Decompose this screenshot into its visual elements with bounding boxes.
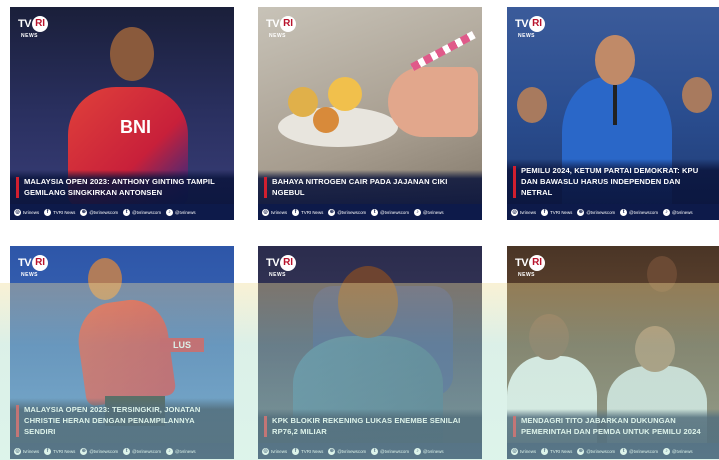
twitter-icon: t [123,447,131,455]
shirt-text: BNI [120,117,151,137]
tvri-logo: TV RI NEWS [515,16,547,40]
globe-icon: ⊕ [328,208,336,216]
post-card[interactable]: TV RI NEWS KPK BLOKIR REKENING LUKAS ENEM… [258,246,482,459]
post-card[interactable]: BNI TV RI NEWS MALAYSIA OPEN 2023: ANTHON… [10,7,234,220]
globe-icon: ⊕ [328,447,336,455]
audience-head [517,87,547,123]
tiktok-icon: ♪ [166,208,174,216]
caption-accent-bar [264,416,267,437]
facebook-icon: f [44,447,52,455]
post-card[interactable]: TV RI NEWS PEMILU 2024, KETUM PARTAI DEMO… [507,7,719,220]
official-head [647,256,677,292]
twitter-icon: t [123,208,131,216]
post-title: PEMILU 2024, KETUM PARTAI DEMOKRAT: KPU … [521,166,699,197]
social-footer: ◎ tvrinews f TVRI News ⊕ @tvrinewscom t @tvr… [507,204,719,220]
post-title: MENDAGRI TITO JABARKAN DUKUNGAN PEMERINT… [521,416,701,436]
tiktok-icon: ♪ [663,447,671,455]
instagram-icon: ◎ [511,447,518,455]
facebook-icon: f [292,447,300,455]
caption-accent-bar [16,405,19,437]
facebook-icon: f [44,208,52,216]
hand [388,67,478,137]
caption-accent-bar [513,416,516,437]
post-title: MALAYSIA OPEN 2023: ANTHONY GINTING TAMP… [24,177,215,197]
audience-head [682,77,712,113]
post-card[interactable]: TV RI NEWS BAHAYA NITROGEN CAIR PADA JAJA… [258,7,482,220]
post-card[interactable]: LUS TV RI NEWS MALAYSIA OPEN 2023: TERSIN… [10,246,234,459]
globe-icon: ⊕ [577,447,585,455]
facebook-icon: f [541,208,549,216]
tiktok-icon: ♪ [663,208,671,216]
post-grid: BNI TV RI NEWS MALAYSIA OPEN 2023: ANTHON… [0,0,719,460]
snack-ball [313,107,339,133]
post-caption: MALAYSIA OPEN 2023: ANTHONY GINTING TAMP… [10,170,234,204]
tiktok-icon: ♪ [166,447,174,455]
post-caption: KPK BLOKIR REKENING LUKAS ENEMBE SENILAI… [258,409,482,443]
twitter-icon: t [371,208,379,216]
post-title: KPK BLOKIR REKENING LUKAS ENEMBE SENILAI… [272,416,461,436]
post-title: MALAYSIA OPEN 2023: TERSINGKIR, JONATAN … [24,405,201,436]
facebook-icon: f [292,208,300,216]
instagram-icon: ◎ [14,208,21,216]
tvri-logo: TV RI NEWS [266,255,298,279]
social-footer: ◎ tvrinews f TVRI News ⊕ @tvrinewscom t @tvr… [258,204,482,220]
instagram-icon: ◎ [262,447,269,455]
globe-icon: ⊕ [80,447,88,455]
official-head [635,326,675,372]
post-card[interactable]: TV RI NEWS MENDAGRI TITO JABARKAN DUKUNGA… [507,246,719,459]
caption-accent-bar [16,177,19,198]
snack-ball [288,87,318,117]
caption-accent-bar [513,166,516,198]
speaker-head [595,35,635,85]
post-caption: BAHAYA NITROGEN CAIR PADA JAJANAN CIKI N… [258,170,482,204]
athlete-head [110,27,154,81]
tvri-logo: TV RI NEWS [515,255,547,279]
straw [410,31,476,71]
social-footer: ◎ tvrinews f TVRI News ⊕ @tvrinewscom t @tvr… [258,443,482,459]
snack-ball [328,77,362,111]
globe-icon: ⊕ [577,208,585,216]
tiktok-icon: ♪ [414,447,422,455]
tvri-logo: TV RI NEWS [18,16,50,40]
caption-accent-bar [264,177,267,198]
twitter-icon: t [371,447,379,455]
athlete-head [88,258,122,300]
facebook-icon: f [541,447,549,455]
twitter-icon: t [620,447,628,455]
microphone [613,85,617,125]
person-head [338,266,398,338]
globe-icon: ⊕ [80,208,88,216]
tvri-logo: TV RI NEWS [18,255,50,279]
instagram-icon: ◎ [511,208,518,216]
official-head [529,314,569,360]
instagram-icon: ◎ [262,208,269,216]
tiktok-icon: ♪ [414,208,422,216]
post-caption: PEMILU 2024, KETUM PARTAI DEMOKRAT: KPU … [507,159,719,204]
social-footer: ◎ tvrinews f TVRI News ⊕ @tvrinewscom t @tvr… [10,443,234,459]
social-footer: ◎ tvrinews f TVRI News ⊕ @tvrinewscom t @tvr… [10,204,234,220]
social-footer: ◎ tvrinews f TVRI News ⊕ @tvrinewscom t @tvr… [507,443,719,459]
post-title: BAHAYA NITROGEN CAIR PADA JAJANAN CIKI N… [272,177,448,197]
post-caption: MALAYSIA OPEN 2023: TERSINGKIR, JONATAN … [10,398,234,443]
instagram-icon: ◎ [14,447,21,455]
twitter-icon: t [620,208,628,216]
banner-board: LUS [160,338,204,352]
tvri-logo: TV RI NEWS [266,16,298,40]
post-caption: MENDAGRI TITO JABARKAN DUKUNGAN PEMERINT… [507,409,719,443]
